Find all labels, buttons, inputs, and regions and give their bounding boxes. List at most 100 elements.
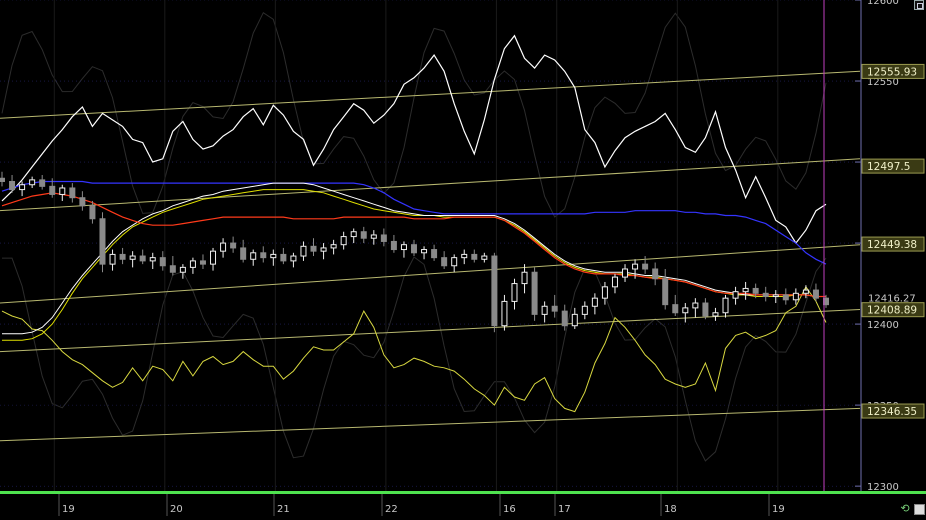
candle [591, 293, 598, 315]
candle [29, 176, 36, 188]
candle [340, 231, 347, 250]
candle-body [230, 242, 237, 249]
candle-body [59, 187, 66, 195]
candle [19, 181, 26, 197]
candle [129, 251, 136, 268]
candle-body [220, 242, 227, 252]
candle-body [330, 244, 337, 249]
candle-body [79, 197, 86, 207]
candle [220, 238, 227, 258]
candle-body [802, 289, 809, 294]
candle [99, 212, 106, 273]
candle-body [310, 245, 317, 252]
candle [390, 234, 397, 253]
candle-body [441, 257, 448, 267]
candle-body [792, 292, 799, 301]
candle [400, 241, 407, 258]
candle-body [320, 247, 327, 252]
candle-body [290, 255, 297, 262]
candle-body [390, 240, 397, 251]
candle-body [481, 255, 488, 260]
x-tick-label: 16 [503, 504, 516, 515]
candle-body [591, 297, 598, 307]
candle [782, 288, 789, 305]
candle-body [541, 305, 548, 315]
candle-body [772, 294, 779, 298]
price-label-box: 12346.35 [861, 403, 925, 419]
candle-body [280, 253, 287, 262]
candle-body [240, 247, 247, 260]
candle-body [210, 250, 217, 265]
candle [662, 268, 669, 310]
candle [310, 238, 317, 257]
candle-body [39, 179, 46, 187]
candle-body [129, 255, 136, 260]
candle [471, 249, 478, 263]
candle-body [260, 252, 267, 259]
candle-body [642, 263, 649, 270]
candle-body [622, 268, 629, 278]
candle-body [370, 234, 377, 239]
candle [531, 267, 538, 321]
candle-body [400, 244, 407, 251]
candle-body [461, 253, 468, 259]
candle-body [431, 249, 438, 259]
price-label-text: 12408.89 [867, 305, 917, 317]
chart-panel[interactable]: 1260012550125001245012400123501230012555… [0, 0, 926, 516]
candle-body [692, 302, 699, 309]
candle-body [350, 231, 357, 238]
candle-body [762, 292, 769, 298]
candle-body [682, 307, 689, 314]
candle [702, 298, 709, 320]
candle [250, 249, 257, 266]
maximize-icon[interactable] [914, 0, 924, 10]
candle-body [722, 297, 729, 314]
candle-body [99, 218, 106, 265]
candle [722, 294, 729, 318]
scroll-handle[interactable] [914, 504, 925, 515]
candle-body [511, 283, 518, 302]
candle-body [531, 271, 538, 315]
candle [280, 247, 287, 265]
refresh-icon[interactable]: ⟲ [898, 503, 912, 515]
candle [0, 171, 5, 187]
candle-body [632, 263, 639, 270]
x-tick-label: 19 [62, 504, 75, 515]
candle [431, 244, 438, 261]
candle-body [451, 257, 458, 267]
candle [330, 239, 337, 255]
upper-band-line [1, 34, 827, 245]
candle [581, 301, 588, 320]
candle [511, 278, 518, 310]
candle [139, 249, 146, 265]
x-tick-label: 22 [385, 504, 398, 515]
candle [39, 175, 46, 190]
candle [461, 249, 468, 265]
candle [762, 286, 769, 302]
candle-body [49, 185, 56, 195]
candle-body [149, 257, 156, 262]
candle [199, 254, 206, 269]
candle [451, 254, 458, 273]
price-label-text: 12346.35 [867, 406, 917, 418]
candle [169, 256, 176, 276]
candle [732, 286, 739, 305]
channel-line [0, 309, 861, 353]
candle [179, 264, 186, 279]
candle-body [411, 244, 417, 254]
candle-body [812, 289, 819, 299]
candle-body [340, 236, 347, 246]
candle [682, 303, 689, 323]
candle-body [551, 305, 558, 312]
candle-body [199, 260, 206, 265]
candle-body [360, 231, 367, 239]
candle [561, 304, 568, 331]
candle-body [662, 278, 669, 306]
price-label-box: 12497.5 [861, 158, 925, 174]
candle [411, 239, 417, 257]
candle-body [300, 245, 307, 257]
candle-body [581, 305, 588, 315]
x-tick-label: 21 [277, 504, 290, 515]
candle-body [471, 253, 478, 260]
candle [712, 307, 719, 321]
